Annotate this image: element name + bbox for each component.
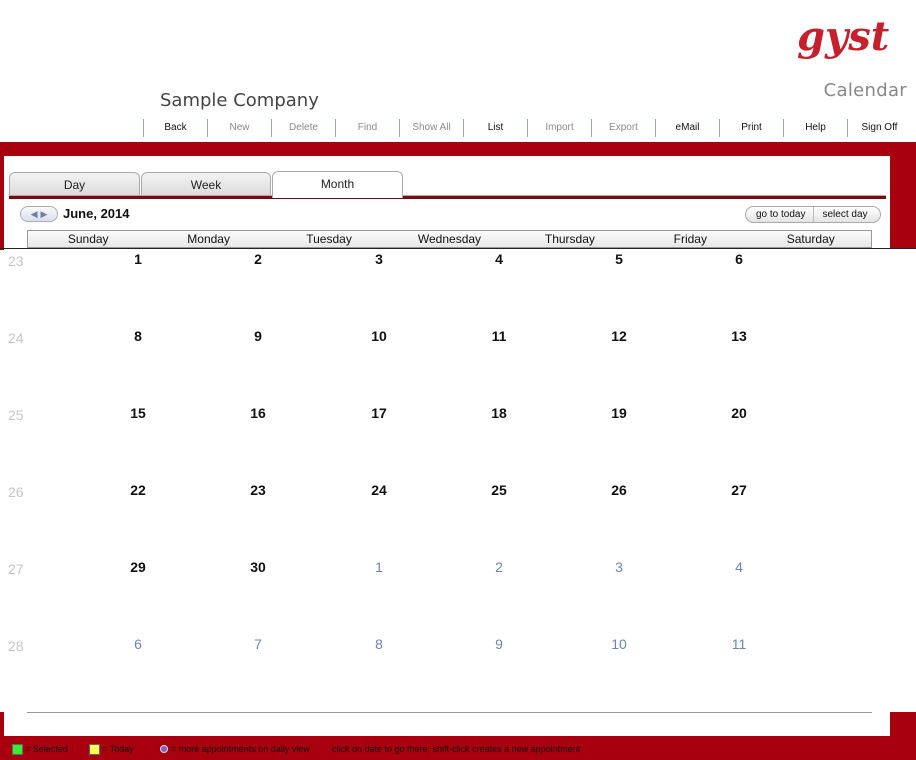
date-button-group: go to today select day xyxy=(745,206,881,223)
other-month-day-cell[interactable]: 8 xyxy=(349,636,409,652)
day-cell[interactable]: 5 xyxy=(589,251,649,267)
other-month-day-cell[interactable]: 1 xyxy=(349,559,409,575)
legend-more: = more appointments on daily view xyxy=(160,742,310,756)
day-cell[interactable]: 18 xyxy=(469,405,529,421)
other-month-day-cell[interactable]: 4 xyxy=(709,559,769,575)
legend-selected: = Selected xyxy=(12,742,68,756)
other-month-day-cell[interactable]: 6 xyxy=(108,636,168,652)
header-band xyxy=(0,142,916,156)
selected-swatch-icon xyxy=(12,743,23,755)
day-cell[interactable]: 25 xyxy=(469,482,529,498)
other-month-day-cell[interactable]: 10 xyxy=(589,636,649,652)
week-number[interactable]: 26 xyxy=(8,484,30,500)
app-name: Calendar xyxy=(823,80,907,101)
month-nav: ◀ ▶ xyxy=(20,206,58,222)
grid-bottom-line xyxy=(27,712,872,713)
day-cell[interactable]: 12 xyxy=(589,328,649,344)
day-cell[interactable]: 26 xyxy=(589,482,649,498)
legend-today-label: = Today xyxy=(102,744,134,754)
day-cell[interactable]: 23 xyxy=(228,482,288,498)
day-cell[interactable]: 17 xyxy=(349,405,409,421)
weekday-wednesday: Wednesday xyxy=(417,232,482,246)
other-month-day-cell[interactable]: 2 xyxy=(469,559,529,575)
day-cell[interactable]: 8 xyxy=(108,328,168,344)
day-cell[interactable]: 3 xyxy=(349,251,409,267)
other-month-day-cell[interactable]: 11 xyxy=(709,636,769,652)
toolbar-export-button: Export xyxy=(591,119,655,137)
legend-selected-label: = Selected xyxy=(25,744,68,754)
toolbar-help-button[interactable]: Help xyxy=(783,119,847,137)
week-number[interactable]: 23 xyxy=(8,253,30,269)
weekday-saturday: Saturday xyxy=(786,232,835,246)
month-title: June, 2014 xyxy=(63,206,130,221)
day-cell[interactable]: 1 xyxy=(108,251,168,267)
toolbar-back-button[interactable]: Back xyxy=(143,119,207,137)
weekday-tuesday: Tuesday xyxy=(306,232,352,246)
toolbar-email-button[interactable]: eMail xyxy=(655,119,719,137)
day-cell[interactable]: 13 xyxy=(709,328,769,344)
weekday-friday: Friday xyxy=(673,232,707,246)
legend-more-label: = more appointments on daily view xyxy=(171,744,310,754)
weekday-header: Sunday Monday Tuesday Wednesday Thursday… xyxy=(27,230,872,248)
toolbar-delete-button: Delete xyxy=(271,119,335,137)
other-month-day-cell[interactable]: 9 xyxy=(469,636,529,652)
weekday-monday: Monday xyxy=(187,232,230,246)
calendar-app: gyst Calendar Sample Company Back New Dele… xyxy=(0,0,916,760)
day-cell[interactable]: 2 xyxy=(228,251,288,267)
select-day-button[interactable]: select day xyxy=(813,207,879,222)
prev-month-icon[interactable]: ◀ xyxy=(31,207,38,221)
day-cell[interactable]: 22 xyxy=(108,482,168,498)
week-number[interactable]: 24 xyxy=(8,330,30,346)
day-cell[interactable]: 15 xyxy=(108,405,168,421)
frame-right xyxy=(890,142,916,248)
legend-today: = Today xyxy=(89,742,134,756)
other-month-day-cell[interactable]: 3 xyxy=(589,559,649,575)
gyst-logo: gyst xyxy=(797,14,890,60)
day-cell[interactable]: 29 xyxy=(108,559,168,575)
toolbar-show-all-button: Show All xyxy=(399,119,463,137)
toolbar-find-button: Find xyxy=(335,119,399,137)
toolbar-new-button: New xyxy=(207,119,271,137)
toolbar-import-button: Import xyxy=(527,119,591,137)
day-cell[interactable]: 6 xyxy=(709,251,769,267)
day-cell[interactable]: 16 xyxy=(228,405,288,421)
tab-month[interactable]: Month xyxy=(272,171,403,198)
frame-bottom-right xyxy=(890,712,916,736)
toolbar-sign-off-button[interactable]: Sign Off xyxy=(847,119,911,137)
legend-hint-label: click on date to go there; shift-click c… xyxy=(332,744,581,754)
logo-text: gyst xyxy=(797,14,890,60)
day-cell[interactable]: 20 xyxy=(709,405,769,421)
go-to-today-button[interactable]: go to today xyxy=(746,207,813,222)
day-cell[interactable]: 11 xyxy=(469,328,529,344)
tab-week[interactable]: Week xyxy=(141,172,271,195)
tab-day[interactable]: Day xyxy=(9,172,140,195)
today-swatch-icon xyxy=(89,743,100,755)
day-cell[interactable]: 4 xyxy=(469,251,529,267)
toolbar-list-button[interactable]: List xyxy=(463,119,527,137)
legend-hint: click on date to go there; shift-click c… xyxy=(332,742,580,756)
toolbar: Back New Delete Find Show All List Import Expor… xyxy=(143,119,911,137)
day-cell[interactable]: 10 xyxy=(349,328,409,344)
company-name: Sample Company xyxy=(160,90,319,111)
other-month-day-cell[interactable]: 7 xyxy=(228,636,288,652)
week-number[interactable]: 25 xyxy=(8,407,30,423)
next-month-icon[interactable]: ▶ xyxy=(41,207,48,221)
day-cell[interactable]: 27 xyxy=(709,482,769,498)
weekday-thursday: Thursday xyxy=(544,232,595,246)
tab-underline xyxy=(9,195,886,199)
week-number[interactable]: 28 xyxy=(8,638,30,654)
weekday-sunday: Sunday xyxy=(67,232,109,246)
frame-bottom-left xyxy=(0,712,4,736)
grid-top-divider xyxy=(0,248,916,249)
day-cell[interactable]: 30 xyxy=(228,559,288,575)
toolbar-print-button[interactable]: Print xyxy=(719,119,783,137)
day-cell[interactable]: 19 xyxy=(589,405,649,421)
day-cell[interactable]: 9 xyxy=(228,328,288,344)
more-appointments-icon xyxy=(160,745,168,753)
week-number[interactable]: 27 xyxy=(8,561,30,577)
day-cell[interactable]: 24 xyxy=(349,482,409,498)
